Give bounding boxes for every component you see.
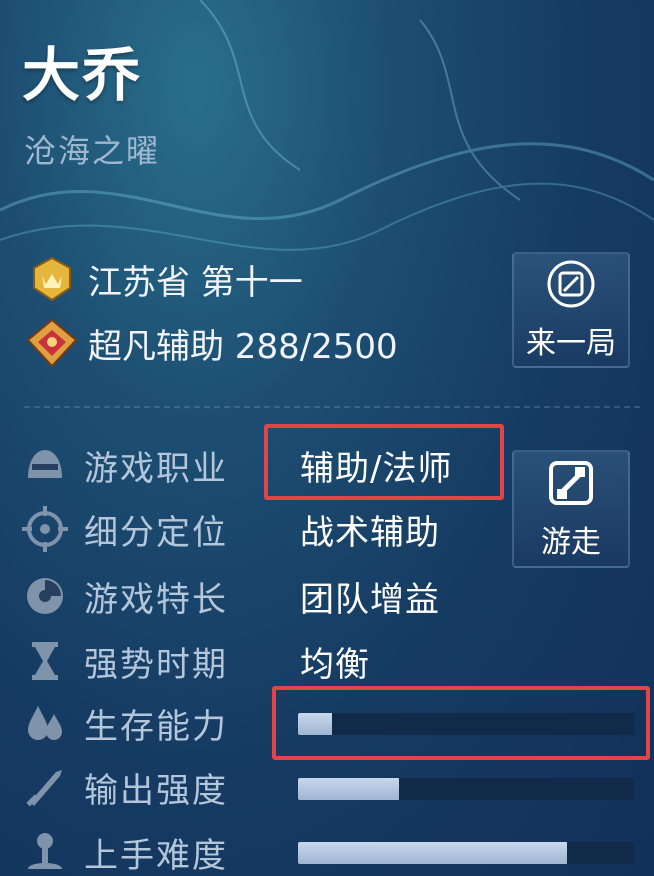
clock-icon bbox=[27, 578, 63, 614]
survival-highlight-box bbox=[272, 686, 650, 760]
attribute-value: 战术辅助 bbox=[300, 512, 440, 553]
attribute-label: 游戏职业 bbox=[84, 448, 228, 489]
role-highlight-box bbox=[264, 424, 504, 500]
gold-crown-badge-icon bbox=[33, 256, 71, 302]
rank-badge-icon bbox=[26, 318, 78, 368]
stat-label: 上手难度 bbox=[84, 835, 228, 876]
attribute-row-specialty: 游戏特长 团队增益 bbox=[18, 567, 498, 625]
damage-bar bbox=[298, 778, 634, 800]
section-divider bbox=[24, 406, 640, 408]
attribute-label: 游戏特长 bbox=[84, 579, 228, 620]
attribute-label: 细分定位 bbox=[84, 512, 228, 553]
roam-icon bbox=[549, 461, 593, 505]
roam-button[interactable]: 游走 bbox=[512, 450, 630, 568]
province-ranking[interactable]: 江苏省 第十一 bbox=[24, 254, 303, 304]
attribute-value: 团队增益 bbox=[300, 579, 440, 620]
droplet-icon bbox=[28, 706, 62, 740]
attribute-row-position: 细分定位 战术辅助 bbox=[18, 500, 498, 558]
sword-icon bbox=[26, 770, 62, 807]
hero-rank[interactable]: 超凡辅助 288/2500 bbox=[24, 318, 398, 368]
difficulty-bar-fill bbox=[298, 842, 567, 864]
attribute-value: 均衡 bbox=[300, 644, 370, 685]
crosshair-icon bbox=[22, 506, 68, 552]
joystick-icon bbox=[28, 833, 62, 869]
difficulty-bar bbox=[298, 842, 634, 864]
roam-button-label: 游走 bbox=[541, 525, 601, 560]
play-icon bbox=[547, 260, 595, 308]
hero-skin-name: 沧海之曜 bbox=[24, 132, 161, 170]
province-ranking-text: 江苏省 第十一 bbox=[88, 262, 303, 303]
damage-bar-fill bbox=[298, 778, 399, 800]
hero-name: 大乔 bbox=[22, 41, 143, 109]
play-a-match-button[interactable]: 来一局 bbox=[512, 252, 630, 368]
play-button-label: 来一局 bbox=[526, 326, 616, 361]
attribute-row-power-period: 强势时期 均衡 bbox=[18, 632, 498, 690]
stat-label: 输出强度 bbox=[84, 770, 228, 811]
attribute-label: 强势时期 bbox=[84, 644, 228, 685]
hero-rank-text: 超凡辅助 288/2500 bbox=[88, 326, 398, 367]
stat-label: 生存能力 bbox=[84, 706, 228, 747]
hourglass-icon bbox=[32, 642, 58, 680]
helmet-icon bbox=[28, 450, 62, 478]
